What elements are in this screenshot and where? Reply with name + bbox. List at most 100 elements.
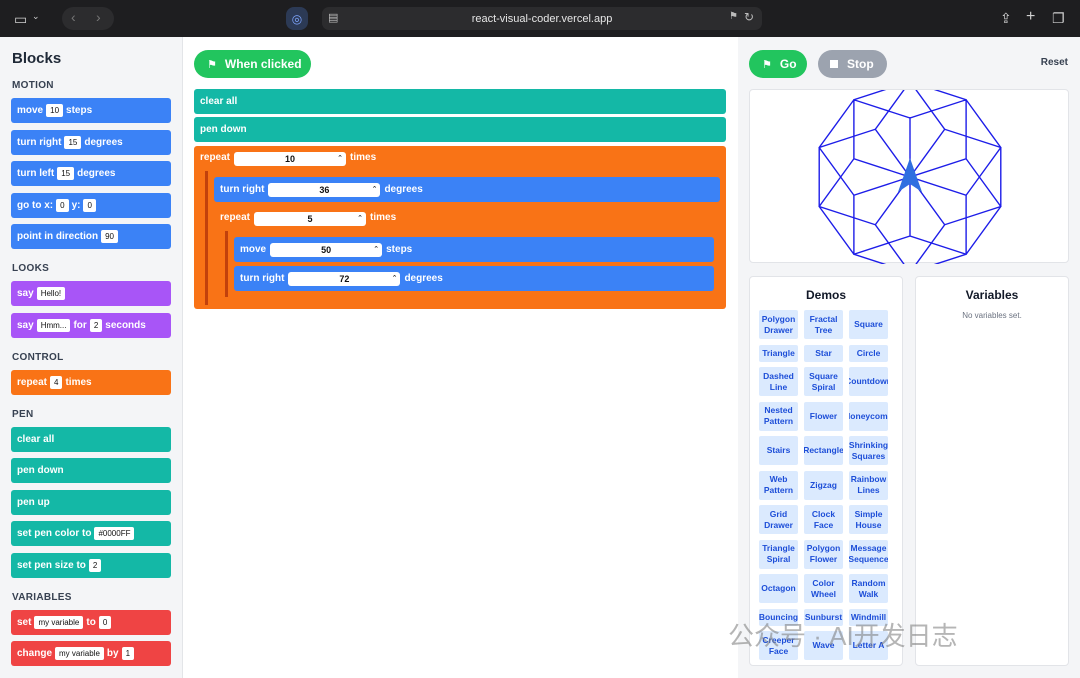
- block-input[interactable]: 2: [88, 558, 102, 572]
- demo-button[interactable]: Star: [804, 344, 843, 362]
- demo-button[interactable]: Circle: [849, 344, 888, 362]
- stepper-icon[interactable]: ⌃: [392, 272, 398, 286]
- block-point-direction[interactable]: point in direction 90: [11, 224, 171, 249]
- input-value: 5: [307, 214, 313, 224]
- demo-button[interactable]: Octagon: [759, 574, 798, 603]
- script-move-50[interactable]: move 50 ⌃ steps: [234, 237, 714, 262]
- hat-label: When clicked: [224, 57, 302, 71]
- demo-button[interactable]: Flower: [804, 401, 843, 431]
- block-set-pen-size[interactable]: set pen size to 2: [11, 552, 171, 578]
- go-button[interactable]: ⚑ Go: [749, 50, 807, 78]
- demo-button[interactable]: Nested Pattern: [759, 401, 798, 431]
- block-input[interactable]: 1: [121, 647, 135, 660]
- stop-button[interactable]: Stop: [818, 50, 887, 78]
- demo-button[interactable]: Message Sequence: [849, 539, 888, 569]
- degrees-input[interactable]: 72 ⌃: [288, 271, 401, 286]
- steps-input[interactable]: 50 ⌃: [270, 242, 383, 257]
- demo-button[interactable]: Shrinking Squares: [849, 436, 888, 465]
- sidebar-toggle-icon[interactable]: ▭: [14, 11, 27, 28]
- block-turn-right[interactable]: turn right 15 degrees: [11, 129, 171, 155]
- script-clear-all[interactable]: clear all: [194, 89, 726, 114]
- address-bar[interactable]: ▤ react-visual-coder.vercel.app ⚑ ↻: [322, 7, 762, 30]
- script-turn-right-72[interactable]: turn right 72 ⌃ degrees: [234, 266, 714, 291]
- drawing-canvas[interactable]: [749, 80, 1069, 274]
- block-clear-all[interactable]: clear all: [11, 426, 171, 452]
- demo-button[interactable]: Clock Face: [804, 505, 843, 534]
- block-change-variable[interactable]: change my variable by 1: [11, 641, 171, 666]
- section-motion: MOTION: [12, 80, 54, 91]
- block-set-variable[interactable]: set my variable to 0: [11, 609, 171, 635]
- block-input[interactable]: 15: [57, 167, 75, 180]
- block-input[interactable]: 2: [89, 318, 103, 332]
- demo-button[interactable]: Triangle: [759, 344, 798, 362]
- demo-button[interactable]: Square: [849, 310, 888, 339]
- demo-button[interactable]: Fractal Tree: [804, 310, 843, 339]
- demo-button[interactable]: Honeycomb: [849, 401, 888, 431]
- degrees-input[interactable]: 36 ⌃: [268, 182, 381, 197]
- demo-button[interactable]: Square Spiral: [804, 367, 843, 396]
- block-label: steps: [386, 244, 413, 255]
- block-input-y[interactable]: 0: [83, 198, 96, 212]
- tabs-overview-icon[interactable]: ❐: [1052, 10, 1065, 27]
- block-go-to[interactable]: go to x: 0 y: 0: [11, 192, 171, 218]
- reset-button[interactable]: Reset: [1041, 57, 1068, 68]
- block-pen-up[interactable]: pen up: [11, 489, 171, 515]
- script-pen-down[interactable]: pen down: [194, 117, 726, 142]
- demo-button[interactable]: Polygon Flower: [804, 539, 843, 569]
- block-input[interactable]: 15: [64, 135, 82, 149]
- share-icon[interactable]: ⇪: [1000, 10, 1012, 27]
- demo-button[interactable]: Stairs: [759, 436, 798, 465]
- block-input[interactable]: 10: [46, 104, 64, 117]
- block-repeat[interactable]: repeat 4 times: [11, 369, 171, 395]
- block-input[interactable]: 4: [50, 375, 63, 389]
- stepper-icon[interactable]: ⌃: [337, 152, 343, 166]
- chevron-down-icon[interactable]: ⌄: [32, 11, 40, 22]
- block-set-pen-color[interactable]: set pen color to #0000FF: [11, 521, 171, 546]
- demo-button[interactable]: Triangle Spiral: [759, 539, 798, 569]
- stepper-icon[interactable]: ⌃: [357, 212, 363, 226]
- block-pen-down[interactable]: pen down: [11, 458, 171, 483]
- block-move[interactable]: move 10 steps: [11, 98, 171, 123]
- block-input[interactable]: my variable: [34, 615, 84, 629]
- block-input[interactable]: 90: [101, 230, 119, 243]
- demo-button[interactable]: Polygon Drawer: [759, 310, 798, 339]
- when-clicked-hat-block[interactable]: ⚑ When clicked: [194, 50, 311, 78]
- demo-button[interactable]: Rectangle: [804, 436, 843, 465]
- block-input[interactable]: Hmm...: [36, 318, 71, 332]
- reader-icon[interactable]: ▤: [328, 11, 338, 24]
- block-input[interactable]: my variable: [55, 647, 104, 660]
- script-turn-right-36[interactable]: turn right 36 ⌃ degrees: [214, 177, 720, 202]
- demo-button[interactable]: Rainbow Lines: [849, 470, 888, 500]
- block-label: turn right: [17, 136, 62, 148]
- script-workspace: ⚑ When clicked clear all pen down repeat …: [183, 37, 738, 678]
- repeat-count-input[interactable]: 10 ⌃: [234, 152, 347, 166]
- block-input[interactable]: 0: [98, 615, 112, 629]
- demo-button[interactable]: Zigzag: [804, 470, 843, 500]
- back-icon[interactable]: ‹: [71, 9, 76, 25]
- block-label: times: [65, 376, 92, 388]
- stepper-icon[interactable]: ⌃: [373, 243, 379, 257]
- block-label: turn left: [17, 168, 55, 179]
- new-tab-icon[interactable]: +: [1026, 8, 1035, 26]
- block-turn-left[interactable]: turn left 15 degrees: [11, 161, 171, 186]
- block-say-for[interactable]: say Hmm... for 2 seconds: [11, 312, 171, 338]
- block-input[interactable]: Hello!: [36, 287, 66, 300]
- input-value: 36: [319, 184, 330, 195]
- browser-toolbar: ▭ ⌄ ‹ › ◎ ▤ react-visual-coder.vercel.ap…: [0, 0, 1080, 37]
- forward-icon[interactable]: ›: [96, 9, 101, 25]
- block-input-x[interactable]: 0: [56, 198, 69, 212]
- repeat-count-input[interactable]: 5 ⌃: [254, 212, 367, 226]
- demo-button[interactable]: Countdown: [849, 367, 888, 396]
- demo-button[interactable]: Grid Drawer: [759, 505, 798, 534]
- demo-button[interactable]: Random Walk: [849, 574, 888, 603]
- block-input[interactable]: #0000FF: [94, 527, 135, 540]
- reload-icon[interactable]: ↻: [744, 10, 754, 24]
- block-say[interactable]: say Hello!: [11, 281, 171, 306]
- demo-button[interactable]: Dashed Line: [759, 367, 798, 396]
- translate-icon[interactable]: ⚑: [729, 11, 738, 22]
- demo-button[interactable]: Simple House: [849, 505, 888, 534]
- stepper-icon[interactable]: ⌃: [372, 183, 378, 197]
- extension-icon[interactable]: ◎: [286, 7, 308, 30]
- demo-button[interactable]: Color Wheel: [804, 574, 843, 603]
- demo-button[interactable]: Web Pattern: [759, 470, 798, 500]
